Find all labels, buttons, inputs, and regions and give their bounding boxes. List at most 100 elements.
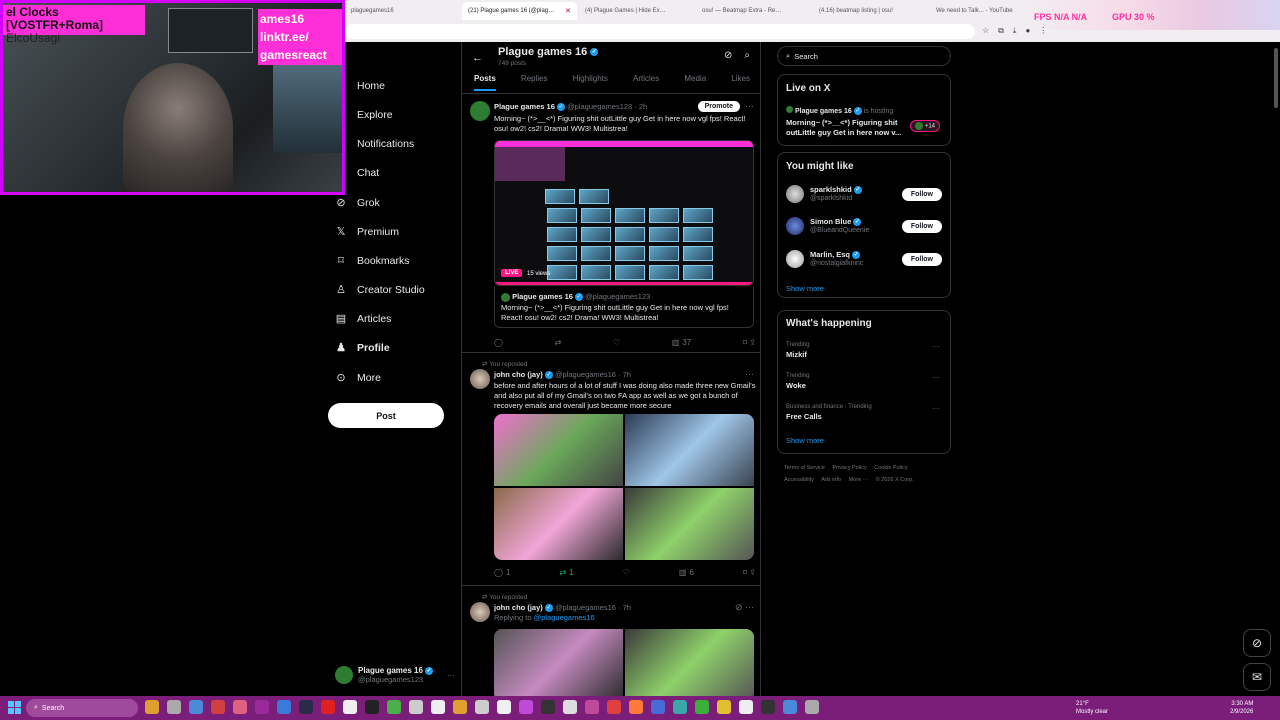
nav-chat[interactable]: Chat <box>357 167 379 179</box>
app-icon[interactable] <box>629 700 643 714</box>
app-icon[interactable] <box>211 700 225 714</box>
app-icon[interactable] <box>255 700 269 714</box>
extension-icon[interactable]: ⧉ <box>998 26 1004 36</box>
share-icon[interactable]: ⌑ ⇪ <box>743 338 756 347</box>
tab-articles[interactable]: Articles <box>633 74 659 91</box>
browser-tab[interactable]: plaguegames16 <box>345 2 460 20</box>
photo[interactable] <box>625 414 754 486</box>
menu-icon[interactable]: ⋮ <box>1039 26 1047 36</box>
grok-float-button[interactable]: ⊘ <box>1243 629 1271 657</box>
show-more-link[interactable]: Show more <box>786 284 824 293</box>
photo[interactable] <box>494 414 623 486</box>
photo[interactable] <box>494 488 623 560</box>
app-icon[interactable] <box>475 700 489 714</box>
app-icon[interactable] <box>673 700 687 714</box>
more-icon[interactable]: ··· <box>447 671 455 680</box>
app-icon[interactable] <box>717 700 731 714</box>
follow-button[interactable]: Follow <box>901 188 942 201</box>
live-stream-card[interactable]: LIVE 15 views <box>494 140 754 286</box>
nav-home[interactable]: Home <box>357 80 385 92</box>
app-icon[interactable] <box>563 700 577 714</box>
address-bar[interactable] <box>345 24 975 39</box>
more-icon[interactable]: ··· <box>932 373 940 382</box>
nav-bookmarks[interactable]: ⌑ Bookmarks <box>335 254 409 268</box>
app-icon[interactable] <box>343 700 357 714</box>
nav-notifications[interactable]: Notifications <box>357 138 414 150</box>
search-input[interactable]: ⌕ Search <box>777 46 951 66</box>
views-icon[interactable]: ▥ 37 <box>672 338 691 347</box>
tweet-author[interactable]: john cho (jay) <box>494 370 543 379</box>
follow-button[interactable]: Follow <box>901 220 942 233</box>
promote-button[interactable]: Promote <box>697 101 740 112</box>
views-icon[interactable]: ▥ 6 <box>679 568 694 577</box>
download-icon[interactable]: ⤓ <box>1013 26 1017 36</box>
app-icon[interactable] <box>519 700 533 714</box>
app-icon[interactable] <box>541 700 555 714</box>
footer-link[interactable]: More ··· <box>849 477 869 483</box>
footer-link[interactable]: Privacy Policy <box>833 465 867 471</box>
footer-link[interactable]: Ads info <box>821 477 841 483</box>
suggest-name[interactable]: Simon Blue <box>810 217 851 226</box>
app-icon[interactable] <box>299 700 313 714</box>
replying-to-link[interactable]: @plaguegames16 <box>534 613 595 622</box>
app-icon[interactable] <box>805 700 819 714</box>
tab-replies[interactable]: Replies <box>521 74 548 91</box>
close-tab-icon[interactable]: ✕ <box>565 7 571 15</box>
more-icon[interactable]: ⊘ ··· <box>735 602 754 613</box>
live-on-x-card[interactable]: Live on X Plague games 16 ✓ is hosting M… <box>777 74 951 146</box>
bookmark-star-icon[interactable]: ☆ <box>982 26 989 36</box>
app-icon[interactable] <box>365 700 379 714</box>
app-icon[interactable] <box>761 700 775 714</box>
more-icon[interactable]: ··· <box>932 342 940 351</box>
app-icon[interactable] <box>497 700 511 714</box>
tweet[interactable]: ⇄ You reposted john cho (jay) ✓ @plagueg… <box>462 354 760 586</box>
app-icon[interactable] <box>607 700 621 714</box>
like-icon[interactable]: ♡ <box>613 338 620 347</box>
tab-media[interactable]: Media <box>684 74 706 91</box>
nav-profile[interactable]: ♟ Profile <box>335 341 390 355</box>
nav-creator-studio[interactable]: ♙ Creator Studio <box>335 283 425 297</box>
weather-widget[interactable]: 21°F Mostly clear <box>1076 700 1108 716</box>
tab-likes[interactable]: Likes <box>731 74 750 91</box>
more-icon[interactable]: ··· <box>932 404 940 413</box>
tweet[interactable]: Plague games 16 ✓ @plaguegames123 · 2h P… <box>462 95 760 353</box>
photo[interactable] <box>625 488 754 560</box>
trend-name[interactable]: Free Calls <box>786 412 822 421</box>
photo-grid[interactable] <box>494 629 754 696</box>
app-icon[interactable] <box>167 700 181 714</box>
app-icon[interactable] <box>695 700 709 714</box>
app-icon[interactable] <box>651 700 665 714</box>
app-icon[interactable] <box>453 700 467 714</box>
back-arrow-icon[interactable]: ← <box>472 52 483 64</box>
app-icon[interactable] <box>233 700 247 714</box>
footer-link[interactable]: Terms of Service <box>784 465 825 471</box>
nav-more[interactable]: ⊙ More <box>335 371 381 385</box>
profile-icon[interactable]: ● <box>1025 26 1030 36</box>
more-icon[interactable]: ··· <box>745 369 754 379</box>
quoted-tweet[interactable]: Plague games 16 ✓ @plaguegames123 Mornin… <box>494 286 754 328</box>
app-icon[interactable] <box>409 700 423 714</box>
browser-tab[interactable]: osu! — Beatmap Extra - Re… <box>696 2 811 20</box>
repost-icon[interactable]: ⇄ 1 <box>559 568 573 577</box>
app-icon[interactable] <box>387 700 401 714</box>
windows-start-icon[interactable] <box>8 701 21 714</box>
more-icon[interactable]: ··· <box>745 101 754 111</box>
nav-grok[interactable]: ⊘ Grok <box>335 196 379 210</box>
browser-tab-active[interactable]: (21) Plague games 16 (@plag… ✕ <box>462 2 577 20</box>
nav-premium[interactable]: 𝕏 Premium <box>335 225 399 239</box>
share-icon[interactable]: ⌑ ⇪ <box>743 568 756 577</box>
follow-button[interactable]: Follow <box>901 253 942 266</box>
tab-posts[interactable]: Posts <box>474 74 496 91</box>
app-icon[interactable] <box>585 700 599 714</box>
repost-icon[interactable]: ⇄ <box>555 338 562 347</box>
nav-explore[interactable]: Explore <box>357 109 393 121</box>
app-icon[interactable] <box>189 700 203 714</box>
reply-icon[interactable]: ◯ 1 <box>494 568 510 577</box>
app-icon[interactable] <box>277 700 291 714</box>
suggest-name[interactable]: sparklshkid <box>810 185 852 194</box>
clock[interactable]: 3:30 AM 2/9/2026 <box>1230 700 1253 716</box>
post-button[interactable]: Post <box>328 403 444 428</box>
tab-highlights[interactable]: Highlights <box>573 74 608 91</box>
messages-float-button[interactable]: ✉ <box>1243 663 1271 691</box>
show-more-link[interactable]: Show more <box>786 436 824 445</box>
